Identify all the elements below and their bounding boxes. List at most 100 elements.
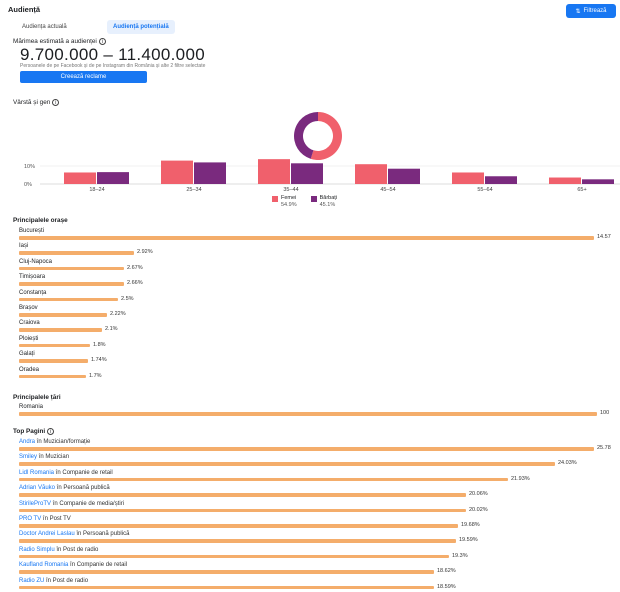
- page-bar: [19, 539, 456, 543]
- page-title: Audiență: [8, 5, 41, 14]
- city-label: Constanța: [19, 289, 47, 296]
- page-bar: [19, 524, 458, 528]
- page-bar: [19, 554, 449, 559]
- city-label: Iași: [19, 243, 29, 250]
- page-percent: 20.06%: [469, 491, 488, 498]
- page-name[interactable]: Radio ZU: [19, 578, 44, 584]
- page-name[interactable]: Smiley: [19, 454, 37, 460]
- page-label[interactable]: Kaufland Romania în Companie de retail: [19, 562, 127, 568]
- city-percent: 2.22%: [110, 311, 126, 317]
- bar-women[interactable]: [258, 159, 290, 184]
- page-bar: [19, 585, 434, 590]
- y-axis-labels: 10% 0%: [24, 164, 35, 188]
- page-name[interactable]: Adrian Văuko: [19, 485, 55, 491]
- page-label[interactable]: Adrian Văuko în Persoană publică: [19, 485, 110, 491]
- page-label[interactable]: Lidl Romania în Companie de retail: [19, 470, 113, 476]
- page-label[interactable]: Radio ZU în Post de radio: [19, 578, 88, 584]
- page-name[interactable]: Andra: [19, 439, 35, 445]
- page-percent: 19.59%: [459, 537, 478, 544]
- x-tick-label: 18–24: [89, 187, 104, 193]
- legend-percent: 45.1%: [319, 201, 336, 208]
- city-percent: 1.8%: [93, 341, 106, 348]
- city-label: București: [19, 228, 45, 234]
- city-percent: 2.67%: [127, 264, 143, 271]
- page-category: în Post de radio: [46, 577, 89, 584]
- bar-men[interactable]: [388, 168, 420, 184]
- gender-donut: [294, 112, 342, 160]
- top-pages-title-text: Top Pagini: [13, 428, 46, 436]
- legend-item-women[interactable]: Femei 54.9%: [272, 195, 297, 208]
- city-label: Craiova: [19, 320, 40, 327]
- city-percent: 2.66%: [127, 280, 143, 287]
- city-percent: 1.7%: [89, 372, 102, 379]
- page-name[interactable]: StirileProTV: [19, 501, 51, 507]
- page-percent: 25.78: [597, 445, 611, 451]
- city-percent: 2.1%: [105, 326, 118, 333]
- bar-men[interactable]: [485, 176, 517, 184]
- page-percent: 20.02%: [469, 506, 488, 513]
- filter-button[interactable]: ⇅ Filtrează: [566, 4, 616, 18]
- city-label: Galați: [19, 351, 35, 358]
- city-percent: 2.92%: [137, 249, 153, 256]
- country-label: Romania: [19, 404, 44, 410]
- y-tick-label: 10%: [24, 164, 35, 170]
- info-icon[interactable]: i: [47, 428, 55, 435]
- bar-women[interactable]: [161, 160, 193, 184]
- page-category: în Muzician/formație: [36, 439, 91, 445]
- filter-button-label: Filtrează: [583, 8, 607, 14]
- age-bars: [64, 159, 614, 184]
- city-label: Ploiești: [19, 335, 39, 342]
- bar-women[interactable]: [355, 164, 387, 184]
- bar-men[interactable]: [194, 162, 226, 184]
- page-category: în Persoană publică: [56, 485, 110, 492]
- legend-item-men[interactable]: Bărbați 45.1%: [310, 195, 338, 208]
- page-bar: [19, 570, 434, 574]
- page-category: în Post TV: [42, 516, 71, 522]
- x-tick-label: 35–44: [283, 187, 298, 193]
- city-bar: [19, 359, 88, 363]
- city-bar: [19, 313, 107, 317]
- bar-men[interactable]: [97, 172, 129, 184]
- page-bar: [19, 493, 466, 497]
- info-icon[interactable]: i: [52, 99, 60, 106]
- bar-men[interactable]: [582, 179, 614, 184]
- page-name[interactable]: Doctor Andrei Laslau: [19, 531, 75, 537]
- page-bar: [19, 447, 594, 451]
- city-bar: [19, 374, 86, 379]
- page-label[interactable]: Radio Simplu în Post de radio: [19, 547, 98, 553]
- page-category: în Persoană publică: [76, 531, 130, 538]
- bar-women[interactable]: [549, 177, 581, 184]
- tab-current-audience[interactable]: Audiența actuală: [16, 20, 73, 34]
- countries-title: Principalele țări: [13, 394, 61, 401]
- legend-label: Bărbați: [319, 195, 338, 201]
- top-pages-title: Top Pagini i: [13, 428, 55, 436]
- page-category: în Companie de retail: [55, 469, 113, 476]
- page-name[interactable]: Lidl Romania: [19, 470, 54, 476]
- tab-potential-audience[interactable]: Audiență potențială: [107, 20, 175, 34]
- page-label[interactable]: Andra în Muzician/formație: [19, 439, 90, 445]
- page-name[interactable]: PRO TV: [19, 516, 41, 522]
- page-percent: 24.03%: [558, 460, 577, 467]
- page-name[interactable]: Radio Simplu: [19, 547, 55, 553]
- info-icon[interactable]: i: [98, 38, 106, 45]
- x-tick-label: 65+: [577, 187, 586, 193]
- page-name[interactable]: Kaufland Romania: [19, 562, 68, 568]
- bar-men[interactable]: [291, 163, 323, 184]
- city-label: Oradea: [19, 366, 40, 373]
- page-label[interactable]: Doctor Andrei Laslau în Persoană publică: [19, 531, 129, 537]
- x-tick-label: 25–34: [186, 187, 201, 193]
- page-label[interactable]: Smiley în Muzician: [19, 454, 69, 460]
- legend-swatch: [310, 196, 317, 202]
- page-percent: 18.59%: [437, 583, 456, 590]
- bar-women[interactable]: [64, 172, 96, 184]
- city-percent: 2.5%: [121, 295, 134, 302]
- page-percent: 21.93%: [511, 475, 530, 482]
- create-ads-button[interactable]: Creează reclame: [20, 71, 147, 83]
- city-label: Cluj-Napoca: [19, 258, 53, 265]
- city-bar: [19, 343, 90, 348]
- legend-swatch: [272, 196, 278, 202]
- page-label[interactable]: StirileProTV în Companie de media/știri: [19, 501, 124, 507]
- page-label[interactable]: PRO TV în Post TV: [19, 516, 71, 522]
- bar-women[interactable]: [452, 172, 484, 184]
- city-label: Timișoara: [19, 274, 46, 281]
